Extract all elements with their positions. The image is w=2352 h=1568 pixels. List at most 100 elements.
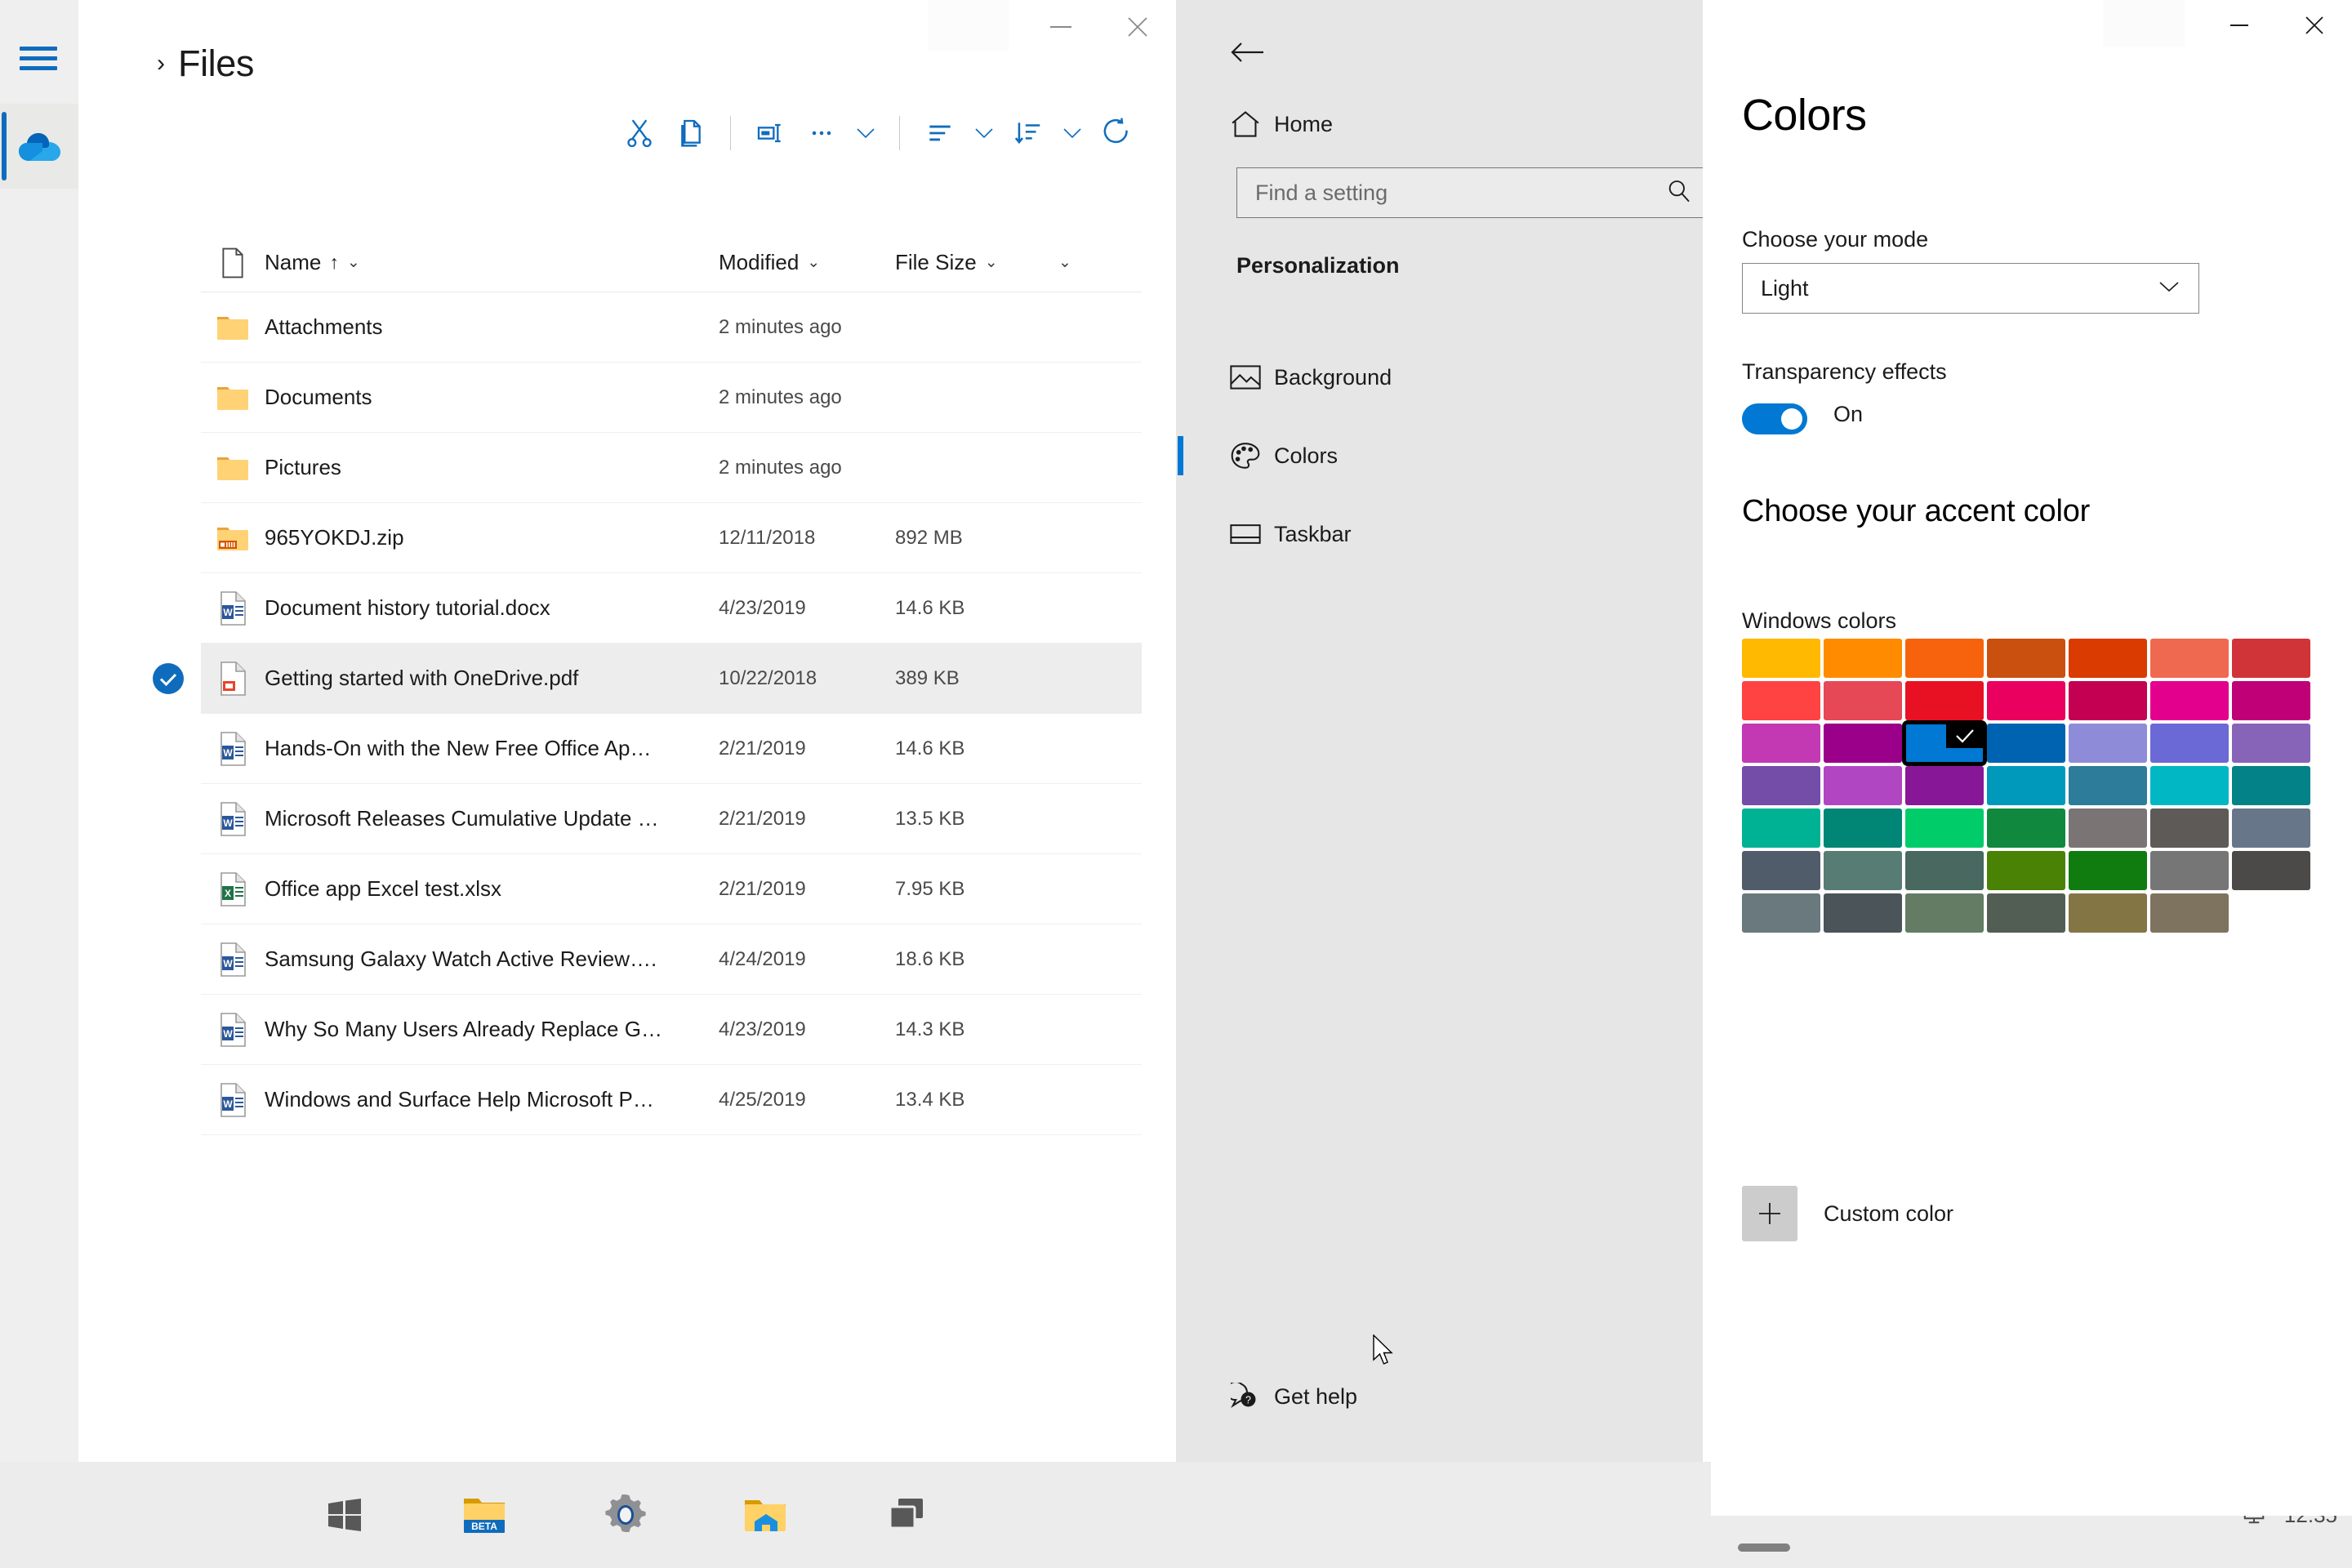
copy-button[interactable] [665, 108, 715, 158]
accent-swatch[interactable] [2069, 681, 2147, 720]
accent-swatch[interactable] [1905, 851, 1984, 890]
view-button[interactable] [915, 108, 1003, 158]
transparency-toggle[interactable] [1742, 403, 1807, 434]
custom-color-row[interactable]: Custom color [1742, 1186, 1953, 1241]
table-row[interactable]: WDocument history tutorial.docx4/23/2019… [201, 573, 1142, 644]
modified-chevron-down-icon[interactable]: ⌄ [807, 255, 820, 270]
mode-select[interactable]: Light [1742, 263, 2199, 314]
gear-icon[interactable] [599, 1489, 652, 1541]
accent-swatch[interactable] [1987, 681, 2065, 720]
taskbar-drag-handle[interactable] [1738, 1544, 1790, 1552]
back-arrow-icon[interactable] [1221, 26, 1273, 78]
accent-swatch[interactable] [1905, 639, 1984, 678]
refresh-button[interactable] [1091, 108, 1142, 158]
accent-swatch[interactable] [1905, 724, 1984, 763]
accent-swatch[interactable] [2150, 766, 2229, 805]
accent-swatch[interactable] [1824, 766, 1902, 805]
accent-swatch[interactable] [2150, 724, 2229, 763]
search-input-wrapper[interactable] [1236, 167, 1706, 218]
extra-chevron-down-icon[interactable]: ⌄ [1058, 255, 1071, 270]
accent-swatch[interactable] [2232, 808, 2310, 848]
table-row[interactable]: Attachments2 minutes ago [201, 292, 1142, 363]
column-header-modified[interactable]: Modified ⌄ [719, 250, 895, 275]
sidebar-item-get-help[interactable]: ? Get help [1217, 1368, 1662, 1425]
hamburger-menu-icon[interactable] [20, 42, 59, 75]
accent-swatch[interactable] [2069, 851, 2147, 890]
table-row[interactable]: WHands-On with the New Free Office Ap…2/… [201, 714, 1142, 784]
sidebar-item-taskbar[interactable]: Taskbar [1217, 503, 1686, 565]
accent-swatch[interactable] [1742, 851, 1820, 890]
accent-swatch[interactable] [1742, 893, 1820, 933]
table-row[interactable]: WMicrosoft Releases Cumulative Update …2… [201, 784, 1142, 854]
table-row[interactable]: WSamsung Galaxy Watch Active Review….4/2… [201, 924, 1142, 995]
accent-swatch[interactable] [1987, 724, 2065, 763]
view-chevron-down-icon[interactable] [965, 108, 1003, 158]
accent-swatch[interactable] [2069, 639, 2147, 678]
sort-button[interactable] [1003, 108, 1091, 158]
accent-swatch[interactable] [2150, 893, 2229, 933]
accent-swatch[interactable] [1987, 808, 2065, 848]
view-lines-icon[interactable] [915, 108, 965, 158]
search-input[interactable] [1255, 180, 1666, 206]
more-button[interactable] [796, 108, 884, 158]
accent-swatch[interactable] [1742, 639, 1820, 678]
column-header-extra[interactable]: ⌄ [1058, 255, 1142, 270]
sidebar-item-home[interactable]: Home [1217, 95, 1662, 154]
sidebar-item-colors[interactable]: Colors [1217, 425, 1686, 487]
accent-swatch[interactable] [1824, 724, 1902, 763]
accent-swatch[interactable] [2150, 851, 2229, 890]
accent-swatch[interactable] [2232, 766, 2310, 805]
accent-swatch[interactable] [1905, 893, 1984, 933]
table-row[interactable]: Pictures2 minutes ago [201, 433, 1142, 503]
accent-swatch[interactable] [1742, 681, 1820, 720]
table-row[interactable]: Documents2 minutes ago [201, 363, 1142, 433]
rail-item-onedrive[interactable] [0, 104, 78, 189]
accent-swatch[interactable] [1824, 893, 1902, 933]
table-row[interactable]: WWindows and Surface Help Microsoft P…4/… [201, 1065, 1142, 1135]
accent-swatch[interactable] [1742, 808, 1820, 848]
files-close-button[interactable] [1099, 0, 1176, 54]
accent-swatch[interactable] [1905, 808, 1984, 848]
table-row[interactable]: WWhy So Many Users Already Replace G…4/2… [201, 995, 1142, 1065]
table-row[interactable]: Getting started with OneDrive.pdf10/22/2… [201, 644, 1142, 714]
files-minimize-button[interactable] [1022, 0, 1099, 54]
table-row[interactable]: 965YOKDJ.zip12/11/2018892 MB [201, 503, 1142, 573]
settings-minimize-button[interactable] [2202, 0, 2277, 51]
accent-swatch[interactable] [2069, 766, 2147, 805]
accent-swatch[interactable] [1742, 766, 1820, 805]
accent-swatch[interactable] [1905, 766, 1984, 805]
table-row[interactable]: XOffice app Excel test.xlsx2/21/20197.95… [201, 854, 1142, 924]
accent-swatch[interactable] [2232, 724, 2310, 763]
accent-swatch[interactable] [1987, 893, 2065, 933]
name-chevron-down-icon[interactable]: ⌄ [347, 255, 360, 270]
accent-swatch[interactable] [2069, 724, 2147, 763]
column-header-file-size[interactable]: File Size ⌄ [895, 250, 1058, 275]
accent-swatch[interactable] [1824, 681, 1902, 720]
rename-button[interactable] [746, 108, 796, 158]
sort-chevron-down-icon[interactable] [1054, 108, 1091, 158]
accent-swatch[interactable] [2232, 639, 2310, 678]
cut-button[interactable] [614, 108, 665, 158]
file-size-chevron-down-icon[interactable]: ⌄ [985, 255, 998, 270]
file-explorer-icon[interactable] [740, 1489, 792, 1541]
accent-swatch[interactable] [1987, 851, 2065, 890]
accent-swatch[interactable] [2150, 808, 2229, 848]
custom-color-button[interactable] [1742, 1186, 1797, 1241]
breadcrumb[interactable]: › Files [157, 42, 254, 85]
accent-swatch[interactable] [2232, 681, 2310, 720]
accent-swatch[interactable] [1987, 639, 2065, 678]
ellipsis-icon[interactable] [796, 108, 847, 158]
column-doc-icon-header[interactable] [201, 247, 265, 278]
settings-close-button[interactable] [2277, 0, 2352, 51]
more-chevron-down-icon[interactable] [847, 108, 884, 158]
accent-swatch[interactable] [1905, 681, 1984, 720]
row-checkbox-checked[interactable] [152, 662, 185, 695]
accent-swatch[interactable] [1824, 851, 1902, 890]
task-view-icon[interactable] [880, 1489, 933, 1541]
accent-swatch[interactable] [1742, 724, 1820, 763]
accent-swatch[interactable] [2069, 808, 2147, 848]
accent-swatch[interactable] [1824, 639, 1902, 678]
start-button[interactable] [318, 1489, 371, 1541]
accent-swatch[interactable] [1824, 808, 1902, 848]
accent-swatch[interactable] [2232, 851, 2310, 890]
